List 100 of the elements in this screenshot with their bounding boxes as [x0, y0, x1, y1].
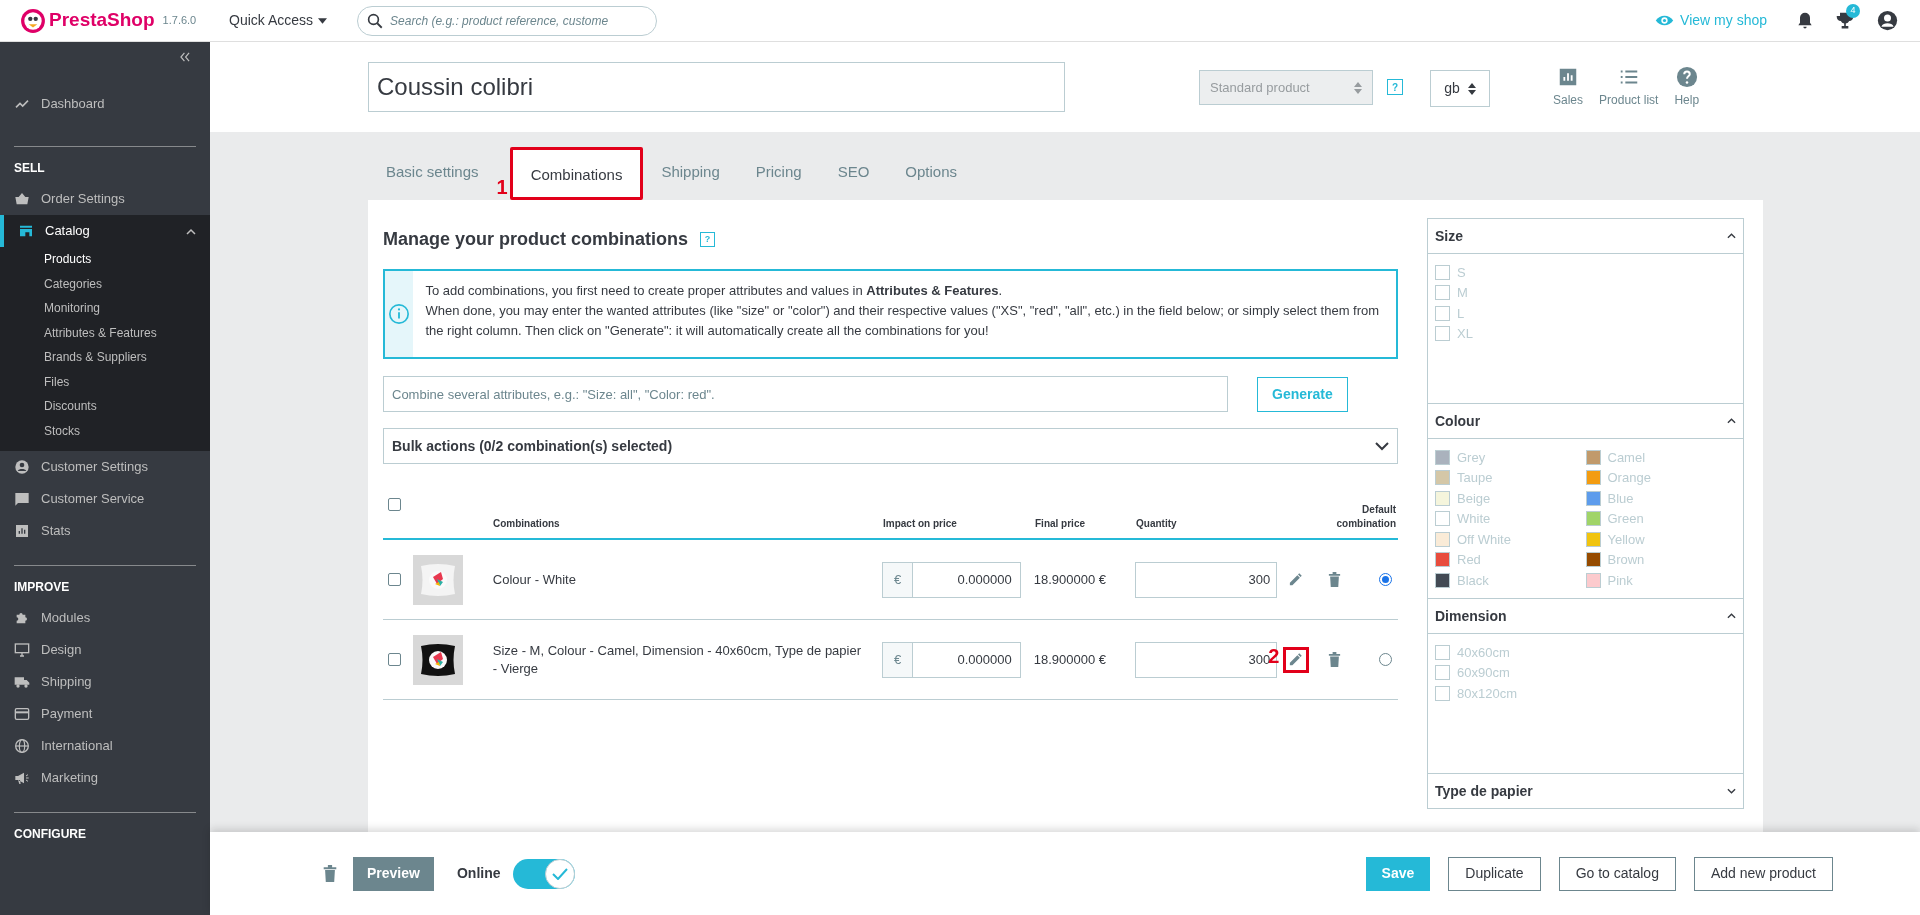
store-icon [18, 223, 34, 239]
impact-price-field[interactable]: € 0.000000 [882, 561, 1021, 598]
attribute-value: S [1457, 263, 1466, 282]
trash-icon[interactable] [1327, 572, 1341, 587]
tab[interactable]: SEO [819, 147, 888, 200]
sidebar-item[interactable]: Customer Settings [0, 451, 210, 483]
tab[interactable]: Options [887, 147, 976, 200]
sidebar-item[interactable]: Marketing [0, 762, 210, 794]
attribute-value: Blue [1607, 489, 1634, 508]
checkbox[interactable] [388, 573, 401, 586]
tab[interactable]: Shipping [643, 147, 738, 200]
sidebar-item[interactable]: Stats [0, 515, 210, 547]
color-swatch[interactable] [1435, 511, 1450, 527]
checkbox[interactable] [388, 653, 401, 666]
bulk-actions-bar[interactable]: Bulk actions (0/2 combination(s) selected) [383, 428, 1398, 464]
pencil-icon [1288, 652, 1304, 667]
header-action[interactable]: Sales [1550, 66, 1587, 109]
checkbox[interactable] [1435, 665, 1450, 681]
footer-button[interactable]: Duplicate [1448, 856, 1541, 891]
sidebar-item[interactable]: Dashboard [0, 88, 210, 120]
submenu-item[interactable]: Stocks [0, 418, 210, 443]
color-swatch[interactable] [1435, 449, 1450, 465]
sidebar-item[interactable]: International [0, 730, 210, 762]
sidebar-item[interactable]: Modules [0, 602, 210, 634]
column-header: Final price [1035, 517, 1086, 531]
attribute-group-header[interactable]: Dimension [1427, 598, 1744, 634]
color-swatch[interactable] [1585, 449, 1601, 465]
checkbox[interactable] [1435, 685, 1450, 701]
sidebar-item[interactable]: Catalog [0, 215, 210, 247]
footer-button[interactable]: Add new product [1693, 856, 1833, 891]
submenu-item[interactable]: Monitoring [0, 296, 210, 321]
sidebar-item[interactable]: Payment [0, 698, 210, 730]
attribute-value: Brown [1607, 551, 1645, 569]
color-swatch[interactable] [1435, 552, 1450, 568]
checkbox[interactable] [1435, 285, 1450, 301]
search-icon [366, 11, 385, 30]
globe-icon [14, 738, 30, 754]
submenu-item[interactable]: Attributes & Features [0, 320, 210, 345]
color-swatch[interactable] [1435, 470, 1450, 486]
color-swatch[interactable] [1585, 470, 1601, 486]
submenu-item[interactable]: Files [0, 369, 210, 394]
attribute-group-header[interactable]: Colour [1427, 403, 1744, 439]
color-swatch[interactable] [1435, 490, 1450, 506]
color-swatch[interactable] [1585, 531, 1601, 547]
product-name-field[interactable]: Coussin colibri [368, 62, 1065, 112]
language-select[interactable]: gb [1430, 70, 1490, 107]
online-toggle[interactable] [512, 858, 575, 889]
sidebar-item[interactable]: Order Settings [0, 183, 210, 215]
preview-button[interactable]: Preview [353, 856, 434, 891]
header-action[interactable]: Help [1671, 66, 1703, 109]
color-swatch[interactable] [1435, 572, 1450, 588]
submenu-item[interactable]: Categories [0, 271, 210, 296]
checkbox[interactable] [1435, 305, 1450, 321]
tab[interactable]: Basic settings [368, 147, 497, 200]
submenu-item[interactable]: Brands & Suppliers [0, 345, 210, 370]
footer-button[interactable]: Go to catalog [1558, 856, 1676, 891]
sort-icon [1354, 81, 1362, 94]
trash-icon[interactable] [1327, 652, 1341, 667]
brand-name: PrestaShop [49, 8, 155, 33]
info-text: When done, you may enter the wanted attributes (like "size" or "color") and their respective values ("XS", "red", "all", etc.) in the field below; or simply select them from the right column. Then click on "Generate": it will automatically create all the combinations for you! [425, 302, 1381, 340]
sidebar-item[interactable]: Customer Service [0, 483, 210, 515]
impact-price-field[interactable]: € 0.000000 [882, 641, 1021, 678]
search-field[interactable]: Search (e.g.: product reference, custome [357, 5, 658, 36]
header-action[interactable]: Product list [1596, 66, 1662, 109]
checkbox[interactable] [388, 498, 401, 511]
attribute-value: 80x120cm [1457, 684, 1517, 703]
card-icon [14, 706, 30, 722]
attribute-value: White [1457, 510, 1491, 528]
quantity-field[interactable]: 300 [1134, 561, 1278, 598]
tab[interactable]: Pricing [737, 147, 820, 200]
attribute-group-header[interactable]: Type de papier [1427, 773, 1744, 809]
truck-icon [14, 674, 30, 690]
attribute-group-header[interactable]: Size [1427, 218, 1744, 254]
submenu-item[interactable]: Products [0, 247, 210, 272]
combination-name: Size - M, Colour - Camel, Dimension - 40x60cm, Type de papier - Vierge [492, 641, 863, 678]
checkbox[interactable] [1435, 644, 1450, 660]
trash-icon[interactable] [323, 865, 337, 882]
megaphone-icon [14, 770, 30, 786]
color-swatch[interactable] [1585, 490, 1601, 506]
color-swatch[interactable] [1585, 511, 1601, 527]
color-swatch[interactable] [1435, 531, 1450, 547]
color-swatch[interactable] [1585, 552, 1601, 568]
sidebar-item[interactable]: Design [0, 634, 210, 666]
submenu-item[interactable]: Discounts [0, 394, 210, 419]
edit-button[interactable] [1282, 646, 1309, 673]
sidebar-item[interactable]: Shipping [0, 666, 210, 698]
combine-attributes-field[interactable]: Combine several attributes, e.g.: "Size: all", "Color: red". [383, 376, 1228, 412]
sort-icon [1467, 82, 1476, 95]
chart-icon [14, 523, 30, 539]
column-header: Impact on price [883, 517, 958, 531]
attribute-value: Pink [1607, 571, 1633, 590]
checkbox[interactable] [1435, 326, 1450, 342]
caret-icon [318, 17, 328, 24]
puzzle-icon [14, 610, 30, 626]
checkbox[interactable] [1435, 264, 1450, 280]
quick-access-menu[interactable]: Quick Access [229, 10, 328, 31]
color-swatch[interactable] [1585, 572, 1601, 588]
tab[interactable]: Combinations [509, 147, 644, 200]
attribute-value: Black [1457, 571, 1489, 590]
section-heading: SELL [13, 160, 46, 177]
